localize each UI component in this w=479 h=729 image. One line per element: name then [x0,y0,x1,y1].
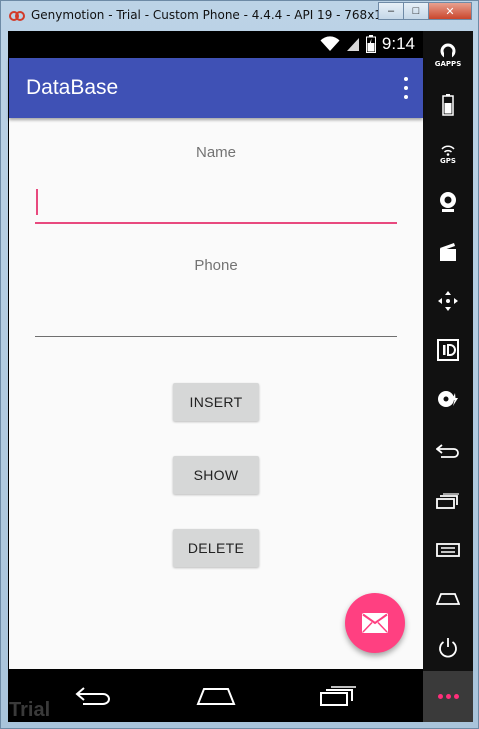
wifi-icon [320,36,340,51]
name-label: Name [195,144,236,161]
battery-icon [442,94,454,116]
home-icon [436,593,460,605]
gapps-icon [440,43,456,59]
sidebar-menu-button[interactable] [423,530,473,570]
genymotion-logo-icon [9,11,25,21]
name-input[interactable] [35,184,397,224]
window-title: Genymotion - Trial - Custom Phone - 4.4.… [31,8,409,22]
name-underline [35,222,397,224]
close-button[interactable]: ✕ [428,2,472,20]
minimize-button[interactable]: – [378,2,404,20]
phone-field[interactable] [35,297,397,337]
window-controls: – □ ✕ [378,2,472,20]
gapps-label: GAPPS [434,59,462,68]
power-button[interactable] [423,628,473,668]
genymotion-sidebar: GAPPS GPS [423,31,473,722]
nav-recents-button[interactable] [316,681,360,711]
status-icons: 9:14 [320,34,415,54]
show-button[interactable]: SHOW [173,456,259,494]
battery-button[interactable] [423,85,473,125]
webcam-button[interactable] [423,182,473,222]
sidebar-recents-button[interactable] [423,481,473,521]
media-button[interactable] [423,232,473,272]
dpad-button[interactable] [423,281,473,321]
nav-back-button[interactable] [72,681,116,711]
more-icon [453,694,459,699]
phone-underline [35,336,397,337]
status-clock: 9:14 [381,34,415,53]
sidebar-back-button[interactable] [423,431,473,471]
phone-input[interactable] [35,297,397,337]
nav-home-button[interactable] [194,681,238,711]
app-title: DataBase [26,76,119,99]
name-field[interactable] [35,184,397,224]
more-options-button[interactable] [423,671,473,722]
disk-button[interactable] [423,379,473,419]
status-bar: 9:14 [8,31,423,58]
email-fab[interactable] [345,593,405,653]
emulator-screen: 9:14 DataBase Name Phone INSERT SHOW DEL… [8,31,473,722]
window-titlebar[interactable]: Genymotion - Trial - Custom Phone - 4.4.… [1,1,478,31]
sidebar-home-button[interactable] [423,579,473,619]
gps-button[interactable]: GPS [423,134,473,174]
menu-icon [436,543,460,557]
battery-icon [365,35,376,53]
id-icon [437,339,459,361]
email-icon [362,613,388,633]
camera-icon [440,192,456,212]
emulator-window: Genymotion - Trial - Custom Phone - 4.4.… [0,0,479,729]
back-icon [436,444,459,458]
power-icon [439,638,457,658]
disk-icon [438,391,458,407]
recents-icon [320,686,356,706]
menu-dot [404,86,408,90]
gapps-button[interactable]: GAPPS [423,35,473,75]
signal-icon [346,38,359,51]
app-bar: DataBase [9,58,423,118]
navigation-bar: Trial [8,669,423,722]
device-id-button[interactable] [423,330,473,370]
insert-button[interactable]: INSERT [173,383,259,421]
maximize-button[interactable]: □ [403,2,429,20]
more-icon [445,694,451,699]
more-icon [437,694,443,699]
trial-watermark: Trial [9,699,51,721]
media-icon [440,243,456,261]
home-icon [196,688,236,705]
gps-label: GPS [440,156,456,165]
menu-dot [404,77,408,81]
delete-button[interactable]: DELETE [173,529,259,567]
main-content: Name Phone INSERT SHOW DELETE [9,118,423,669]
dpad-icon [438,291,458,311]
menu-dot [404,95,408,99]
gps-icon [441,145,455,156]
phone-label: Phone [194,257,238,274]
overflow-menu-icon[interactable] [401,77,411,99]
back-icon [75,687,110,705]
recents-icon [436,493,459,509]
